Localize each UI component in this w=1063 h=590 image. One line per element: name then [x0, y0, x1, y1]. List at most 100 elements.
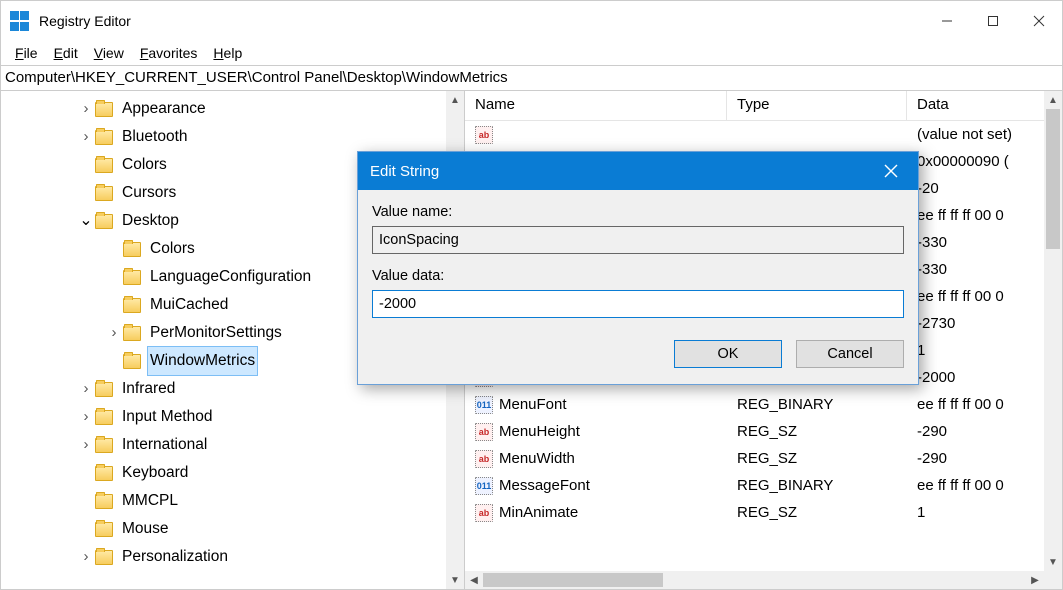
value-data: 1 — [907, 342, 1062, 359]
minimize-button[interactable] — [924, 1, 970, 41]
value-data: -290 — [907, 423, 1062, 440]
value-data-label: Value data: — [372, 268, 904, 284]
chevron-right-icon[interactable]: › — [107, 319, 121, 347]
value-data: ee ff ff ff 00 0 — [907, 288, 1062, 305]
value-name: MenuFont — [499, 396, 567, 413]
chevron-down-icon[interactable]: ⌄ — [79, 207, 93, 235]
window-controls — [924, 1, 1062, 41]
value-row[interactable]: ab MenuHeight REG_SZ-290 — [465, 418, 1062, 445]
value-data-input[interactable] — [372, 290, 904, 318]
dialog-title: Edit String — [370, 163, 439, 180]
scroll-down-icon[interactable]: ▼ — [446, 571, 464, 589]
app-icon — [9, 10, 31, 32]
window-title: Registry Editor — [39, 13, 131, 29]
value-type: REG_SZ — [727, 504, 907, 521]
chevron-right-icon[interactable]: › — [79, 403, 93, 431]
tree-node[interactable]: ›Bluetooth — [1, 123, 464, 151]
chevron-right-icon[interactable]: › — [79, 95, 93, 123]
folder-icon — [123, 354, 141, 369]
tree-node[interactable]: ›International — [1, 431, 464, 459]
folder-icon — [95, 438, 113, 453]
folder-icon — [95, 102, 113, 117]
chevron-right-icon[interactable]: › — [79, 123, 93, 151]
menu-help[interactable]: Help — [205, 43, 250, 63]
tree-node-label: MuiCached — [147, 290, 231, 320]
value-row[interactable]: 011MessageFontREG_BINARYee ff ff ff 00 0 — [465, 472, 1062, 499]
value-name: MenuWidth — [499, 450, 575, 467]
value-name: MessageFont — [499, 477, 590, 494]
value-row[interactable]: abMenuWidthREG_SZ-290 — [465, 445, 1062, 472]
dialog-close-button[interactable] — [876, 156, 906, 186]
value-data: ee ff ff ff 00 0 — [907, 396, 1062, 413]
tree-node-label: LanguageConfiguration — [147, 262, 314, 292]
string-value-icon: ab — [475, 450, 493, 468]
chevron-right-icon[interactable]: › — [79, 375, 93, 403]
folder-icon — [95, 130, 113, 145]
value-name-label: Value name: — [372, 204, 904, 220]
value-type: REG_BINARY — [727, 396, 907, 413]
value-data: -330 — [907, 234, 1062, 251]
menu-edit[interactable]: Edit — [46, 43, 86, 63]
tree-node-label: Mouse — [119, 514, 172, 544]
tree-node[interactable]: ›Appearance — [1, 95, 464, 123]
value-data: -2000 — [907, 369, 1062, 386]
menu-view[interactable]: View — [86, 43, 132, 63]
scroll-left-icon[interactable]: ◀ — [465, 575, 483, 586]
folder-icon — [95, 466, 113, 481]
folder-icon — [95, 158, 113, 173]
tree-node[interactable]: ›Input Method — [1, 403, 464, 431]
string-value-icon: ab — [475, 126, 493, 144]
tree-node-label: WindowMetrics — [147, 346, 258, 376]
scroll-up-icon[interactable]: ▲ — [446, 91, 464, 109]
value-row[interactable]: ab(value not set) — [465, 121, 1062, 148]
dialog-titlebar[interactable]: Edit String — [358, 152, 918, 190]
scroll-up-icon[interactable]: ▲ — [1044, 91, 1062, 109]
tree-node[interactable]: Mouse — [1, 515, 464, 543]
ok-button[interactable]: OK — [674, 340, 782, 368]
menubar: File Edit View Favorites Help — [1, 41, 1062, 65]
address-bar[interactable]: Computer\HKEY_CURRENT_USER\Control Panel… — [1, 65, 1062, 91]
value-name: MinAnimate — [499, 504, 578, 521]
maximize-button[interactable] — [970, 1, 1016, 41]
tree-node-label: Colors — [119, 150, 170, 180]
cancel-button[interactable]: Cancel — [796, 340, 904, 368]
scroll-thumb[interactable] — [483, 573, 663, 587]
string-value-icon: ab — [475, 423, 493, 441]
column-data[interactable]: Data — [907, 91, 1062, 120]
values-scrollbar-horizontal[interactable]: ◀ ▶ — [465, 571, 1044, 589]
tree-node[interactable]: Keyboard — [1, 459, 464, 487]
string-value-icon: ab — [475, 504, 493, 522]
tree-node[interactable]: MMCPL — [1, 487, 464, 515]
folder-icon — [123, 270, 141, 285]
dialog-buttons: OK Cancel — [372, 340, 904, 368]
value-data: ee ff ff ff 00 0 — [907, 477, 1062, 494]
close-button[interactable] — [1016, 1, 1062, 41]
value-data: ee ff ff ff 00 0 — [907, 207, 1062, 224]
chevron-right-icon[interactable]: › — [79, 543, 93, 571]
dialog-body: Value name: Value data: OK Cancel — [358, 190, 918, 384]
scroll-right-icon[interactable]: ▶ — [1026, 575, 1044, 586]
tree-node-label: Cursors — [119, 178, 179, 208]
value-row[interactable]: ab MinAnimate REG_SZ1 — [465, 499, 1062, 526]
chevron-right-icon[interactable]: › — [79, 431, 93, 459]
column-name[interactable]: Name — [465, 91, 727, 120]
values-scrollbar-vertical[interactable]: ▲ ▼ — [1044, 91, 1062, 571]
value-data: -290 — [907, 450, 1062, 467]
value-type: REG_SZ — [727, 423, 907, 440]
tree-node-label: Infrared — [119, 374, 178, 404]
value-data: -20 — [907, 180, 1062, 197]
scroll-corner — [1044, 571, 1062, 589]
folder-icon — [95, 410, 113, 425]
tree-node[interactable]: ›Personalization — [1, 543, 464, 571]
value-data: -2730 — [907, 315, 1062, 332]
scroll-thumb[interactable] — [1046, 109, 1060, 249]
value-row[interactable]: 011MenuFontREG_BINARYee ff ff ff 00 0 — [465, 391, 1062, 418]
value-name: MenuHeight — [499, 423, 580, 440]
folder-icon — [95, 214, 113, 229]
scroll-down-icon[interactable]: ▼ — [1044, 553, 1062, 571]
column-type[interactable]: Type — [727, 91, 907, 120]
menu-favorites[interactable]: Favorites — [132, 43, 206, 63]
menu-file[interactable]: File — [7, 43, 46, 63]
value-data: 1 — [907, 504, 1062, 521]
folder-icon — [123, 242, 141, 257]
